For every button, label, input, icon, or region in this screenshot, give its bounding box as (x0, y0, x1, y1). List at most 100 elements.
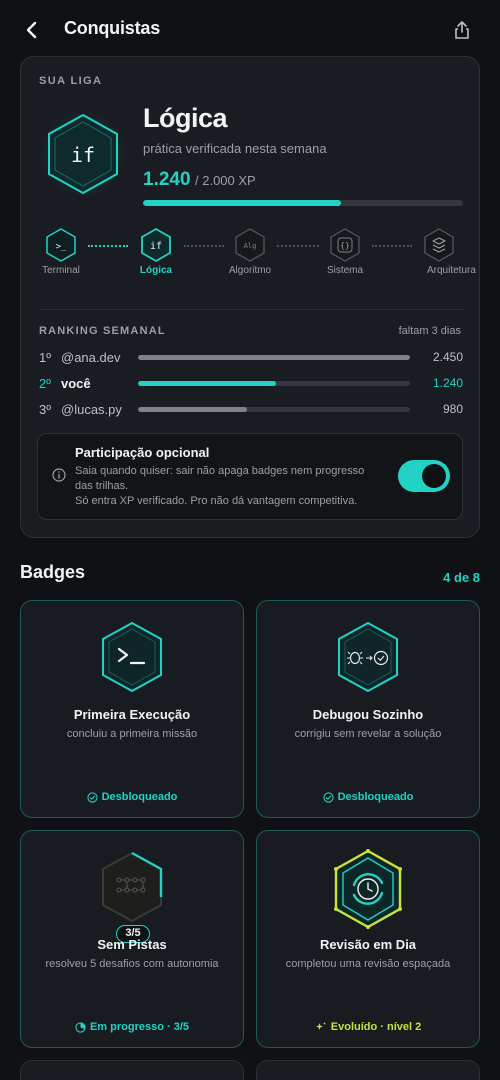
rank-bar-fill (138, 381, 276, 386)
svg-text:Alg: Alg (244, 242, 257, 250)
check-circle-icon (322, 791, 334, 803)
optional-participation-box: Participação opcional Saia quando quiser… (37, 433, 463, 520)
if-icon: if (141, 227, 171, 263)
chevron-left-icon (26, 21, 37, 39)
badge-description: concluiu a primeira missão (66, 728, 198, 740)
badge-name: Revisão em Dia (319, 937, 417, 952)
badge-status: Desbloqueado (21, 791, 243, 803)
rank-bar (138, 381, 410, 386)
tier-label: Lógica (139, 265, 173, 276)
badge-status-label: Desbloqueado (101, 791, 178, 803)
rank-xp: 980 (442, 402, 463, 416)
rank-bar (138, 407, 410, 412)
terminal-icon: >_ (46, 228, 76, 262)
xp-progress-bar (143, 200, 463, 206)
toggle-knob (422, 464, 446, 488)
badge-description: completou uma revisão espaçada (285, 958, 451, 970)
rank-user: você (61, 376, 91, 391)
clock-icon (334, 849, 402, 929)
badge-description: corrigiu sem revelar a solução (294, 728, 442, 740)
optional-title: Participação opcional (75, 445, 210, 460)
badge-art (21, 617, 243, 697)
badge-description: resolveu 5 desafios com autonomia (45, 958, 219, 970)
tier-label: Arquitetura (427, 265, 476, 276)
tier-terminal[interactable]: >_ Terminal (21, 227, 101, 276)
league-subtitle: prática verificada nesta semana (143, 141, 327, 156)
rank-position: 2º (39, 376, 51, 391)
page-title: Conquistas (64, 18, 161, 38)
badge-card[interactable] (256, 1060, 480, 1080)
badge-card-sem-pistas[interactable]: 3/5 Sem Pistas resolveu 5 desafios com a… (20, 830, 244, 1048)
info-icon (52, 468, 66, 482)
optional-description: Saia quando quiser: sair não apaga badge… (75, 464, 375, 509)
league-emblem: if (39, 107, 127, 201)
share-icon (455, 21, 469, 39)
divider (39, 309, 463, 310)
rank-position: 1º (39, 350, 51, 365)
svg-text:{}: {} (340, 241, 350, 250)
participation-toggle[interactable] (398, 460, 450, 492)
xp-readout: 1.240 / 2.000 XP (143, 169, 256, 191)
rank-bar (138, 355, 410, 360)
ranking-row: 1º @ana.dev 2.450 (39, 349, 463, 367)
badges-count[interactable]: 4 de 8 (443, 570, 480, 585)
ranking-label: RANKING SEMANAL (39, 325, 166, 337)
xp-total: / 2.000 XP (195, 173, 256, 188)
ranking-row-me: 2º você 1.240 (39, 375, 463, 393)
check-circle-icon (86, 791, 98, 803)
badge-status-label: Em progresso · 3/5 (89, 1021, 190, 1033)
tier-logica[interactable]: if Lógica (116, 227, 196, 276)
app-header: Conquistas (0, 0, 500, 58)
svg-text:>_: >_ (56, 242, 67, 252)
badge-status: Desbloqueado (257, 791, 479, 803)
algorithm-icon: Alg (235, 228, 265, 262)
rank-position: 3º (39, 402, 51, 417)
badge-status: Em progresso · 3/5 (21, 1021, 243, 1033)
league-card: SUA LIGA if Lógica prática verificada ne… (20, 56, 480, 538)
rank-bar-fill (138, 355, 410, 360)
bug-check-icon (338, 621, 398, 693)
badge-name: Sem Pistas (97, 937, 167, 952)
league-emblem-glyph: if (71, 143, 95, 167)
rank-user: @lucas.py (61, 402, 122, 417)
league-section-label: SUA LIGA (39, 75, 103, 87)
tier-label: Terminal (42, 265, 80, 276)
badge-art (257, 847, 479, 929)
badge-art: 3/5 (21, 847, 243, 943)
sparkle-icon (315, 1022, 326, 1030)
ranking-days-left: faltam 3 dias (398, 325, 461, 337)
badge-name: Primeira Execução (73, 707, 191, 722)
badge-card[interactable] (20, 1060, 244, 1080)
braces-icon: {} (330, 228, 360, 262)
league-tiers: >_ Terminal if Lógica Alg Algoritmo {} S… (21, 223, 479, 295)
badge-status: Evoluído · nível 2 (257, 1021, 479, 1033)
badge-art (257, 617, 479, 697)
league-name: Lógica (143, 103, 228, 133)
rank-user: @ana.dev (61, 350, 121, 365)
svg-text:if: if (150, 241, 162, 252)
back-button[interactable] (18, 16, 46, 44)
rank-bar-fill (138, 407, 247, 412)
rank-xp: 2.450 (432, 350, 463, 364)
circuit-icon (102, 851, 163, 923)
badge-name: Debugou Sozinho (312, 707, 424, 722)
badges-title: Badges (20, 562, 86, 582)
tier-sistema[interactable]: {} Sistema (305, 227, 385, 276)
layers-icon (424, 228, 454, 262)
tier-label: Sistema (326, 265, 364, 276)
badge-card-revisao-em-dia[interactable]: Revisão em Dia completou uma revisão esp… (256, 830, 480, 1048)
share-button[interactable] (450, 18, 474, 42)
optional-line-1: Saia quando quiser: sair não apaga badge… (75, 465, 365, 492)
tier-arquitetura[interactable]: Arquitetura (399, 227, 479, 276)
progress-circle-icon (75, 1021, 86, 1033)
tier-label: Algoritmo (228, 265, 272, 276)
xp-progress-fill (143, 200, 342, 206)
optional-line-2: Só entra XP verificado. Pro não dá vanta… (75, 495, 358, 507)
badge-status-label: Evoluído · nível 2 (330, 1021, 422, 1033)
ranking-row: 3º @lucas.py 980 (39, 401, 463, 419)
tier-algoritmo[interactable]: Alg Algoritmo (210, 227, 290, 276)
rank-xp: 1.240 (432, 376, 463, 390)
xp-current: 1.240 (143, 169, 191, 190)
badge-card-primeira-execucao[interactable]: Primeira Execução concluiu a primeira mi… (20, 600, 244, 818)
badge-card-debugou-sozinho[interactable]: Debugou Sozinho corrigiu sem revelar a s… (256, 600, 480, 818)
